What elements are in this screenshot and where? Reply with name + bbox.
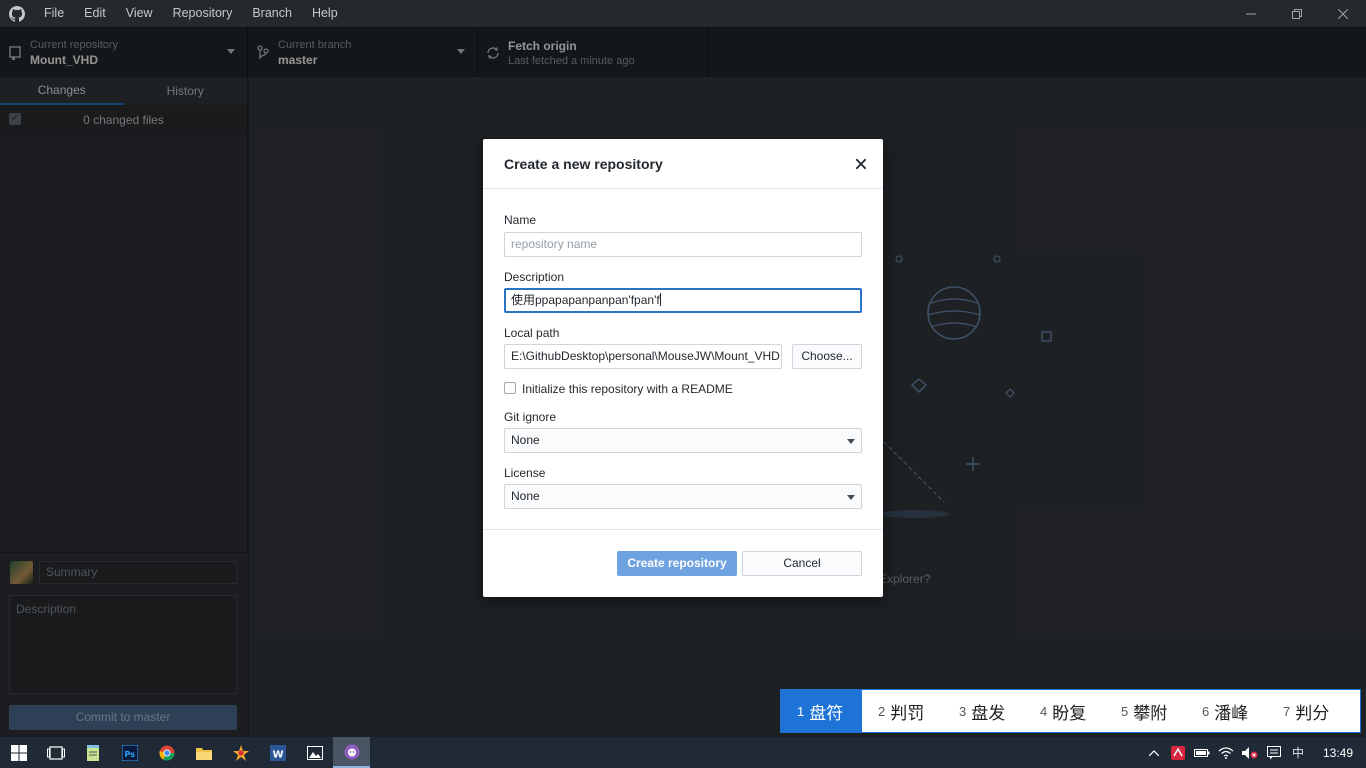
maximize-icon[interactable] bbox=[1274, 0, 1320, 27]
menu-branch[interactable]: Branch bbox=[242, 0, 302, 27]
photoshop-app-icon[interactable]: Ps bbox=[111, 737, 148, 768]
ime-candidate[interactable]: 2 判罚 bbox=[862, 690, 943, 732]
wifi-icon[interactable] bbox=[1214, 746, 1238, 759]
chevron-down-icon bbox=[847, 495, 855, 500]
description-input[interactable]: 使用ppapapanpanpan'fpan'f bbox=[504, 288, 862, 313]
svg-text:W: W bbox=[272, 749, 283, 760]
file-explorer-app-icon[interactable] bbox=[185, 737, 222, 768]
ime-candidate[interactable]: 3 盘发 bbox=[943, 690, 1024, 732]
dialog-header: Create a new repository bbox=[483, 139, 883, 189]
choose-path-button[interactable]: Choose... bbox=[792, 344, 862, 369]
ime-candidate[interactable]: 1 盘符 bbox=[781, 690, 862, 732]
chrome-app-icon[interactable] bbox=[148, 737, 185, 768]
description-label: Description bbox=[504, 270, 565, 284]
star-app-icon[interactable] bbox=[222, 737, 259, 768]
ime-mode-indicator[interactable]: 中 bbox=[1286, 744, 1310, 761]
clock[interactable]: 13:49 bbox=[1310, 746, 1366, 760]
chevron-up-icon[interactable] bbox=[1142, 749, 1166, 756]
volume-muted-icon[interactable] bbox=[1238, 746, 1262, 759]
notification-icon[interactable] bbox=[1262, 745, 1286, 760]
close-window-icon[interactable] bbox=[1320, 0, 1366, 27]
window-controls bbox=[1228, 0, 1366, 27]
github-desktop-app-icon[interactable] bbox=[333, 737, 370, 768]
description-value: 使用ppapapanpanpan'fpan'f bbox=[511, 293, 660, 307]
notepad-app-icon[interactable] bbox=[74, 737, 111, 768]
ime-candidate-bar: 1 盘符 2 判罚 3 盘发 4 盼复 5 攀附 6 潘峰 7 判分 bbox=[780, 689, 1361, 733]
gitignore-select[interactable]: None bbox=[504, 428, 862, 453]
dialog-footer: Create repository Cancel bbox=[483, 530, 883, 596]
local-path-label: Local path bbox=[504, 326, 560, 340]
menu-repository[interactable]: Repository bbox=[163, 0, 243, 27]
task-view-icon[interactable] bbox=[37, 737, 74, 768]
gitignore-label: Git ignore bbox=[504, 410, 557, 424]
text-caret bbox=[659, 293, 661, 306]
title-bar: File Edit View Repository Branch Help bbox=[0, 0, 1366, 27]
taskbar: Ps W 中 13:49 bbox=[0, 737, 1366, 768]
menu-bar: File Edit View Repository Branch Help bbox=[34, 0, 348, 27]
ime-candidate[interactable]: 4 盼复 bbox=[1024, 690, 1105, 732]
license-value: None bbox=[511, 489, 540, 503]
create-repository-dialog: Create a new repository Name repository … bbox=[483, 139, 883, 597]
cancel-button[interactable]: Cancel bbox=[742, 551, 862, 576]
license-label: License bbox=[504, 466, 546, 480]
system-tray: 中 13:49 bbox=[1142, 737, 1366, 768]
repository-name-input[interactable]: repository name bbox=[504, 232, 862, 257]
word-app-icon[interactable]: W bbox=[259, 737, 296, 768]
dialog-body: Name repository name Description 使用ppapa… bbox=[483, 189, 883, 530]
local-path-input[interactable]: E:\GithubDesktop\personal\MouseJW\Mount_… bbox=[504, 344, 782, 369]
menu-help[interactable]: Help bbox=[302, 0, 348, 27]
ime-candidate[interactable]: 5 攀附 bbox=[1105, 690, 1186, 732]
antivirus-icon[interactable] bbox=[1166, 745, 1190, 760]
readme-label: Initialize this repository with a README bbox=[522, 382, 733, 396]
license-select[interactable]: None bbox=[504, 484, 862, 509]
name-label: Name bbox=[504, 213, 537, 227]
photos-app-icon[interactable] bbox=[296, 737, 333, 768]
minimize-icon[interactable] bbox=[1228, 0, 1274, 27]
github-logo-icon bbox=[0, 0, 34, 27]
dialog-title: Create a new repository bbox=[504, 155, 663, 172]
ime-candidate[interactable]: 6 潘峰 bbox=[1186, 690, 1267, 732]
create-repository-button[interactable]: Create repository bbox=[617, 551, 737, 576]
gitignore-value: None bbox=[511, 433, 540, 447]
menu-file[interactable]: File bbox=[34, 0, 74, 27]
menu-view[interactable]: View bbox=[116, 0, 163, 27]
windows-start-icon[interactable] bbox=[0, 737, 37, 768]
readme-checkbox[interactable] bbox=[504, 382, 516, 394]
svg-text:Ps: Ps bbox=[124, 750, 135, 759]
menu-edit[interactable]: Edit bbox=[74, 0, 116, 27]
chevron-down-icon bbox=[847, 439, 855, 444]
battery-icon[interactable] bbox=[1190, 748, 1214, 758]
close-icon[interactable] bbox=[853, 156, 869, 172]
ime-candidate[interactable]: 7 判分 bbox=[1267, 690, 1348, 732]
